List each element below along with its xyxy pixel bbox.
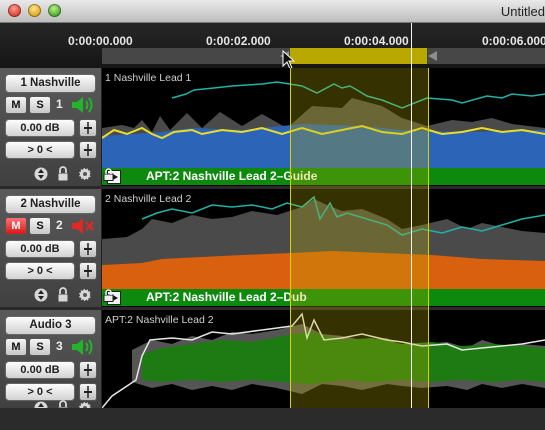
pan-field[interactable]: > 0 < xyxy=(5,262,75,280)
track-name[interactable]: Audio 3 xyxy=(5,316,96,335)
lock-icon[interactable] xyxy=(102,168,115,181)
guide-clip-label: APT:2 Nashville Lead 2–Dub xyxy=(146,290,307,304)
bottom-scrollbar[interactable] xyxy=(0,408,545,430)
updown-arrows-icon[interactable] xyxy=(33,287,49,303)
window-titlebar: Untitled xyxy=(0,0,545,23)
pan-knob-icon[interactable] xyxy=(79,262,97,280)
track-header-1: 1 Nashville M S 1 0.00 dB > 0 < xyxy=(0,68,102,186)
time-label-6: 0:00:06.000 xyxy=(482,34,545,48)
gear-icon[interactable] xyxy=(77,166,93,182)
track-name[interactable]: 1 Nashville xyxy=(5,74,96,93)
guide-clip-bar[interactable]: APT:2 Nashville Lead 2–Dub xyxy=(102,289,545,306)
solo-button[interactable]: S xyxy=(29,338,51,356)
track-header-2: 2 Nashville M S 2 0.00 dB > 0 < xyxy=(0,189,102,307)
lane-label: APT:2 Nashville Lead 2 xyxy=(105,314,214,326)
volume-knob-icon[interactable] xyxy=(79,240,97,258)
lock-icon[interactable] xyxy=(55,287,71,303)
time-label-4: 0:00:04.000 xyxy=(344,34,409,48)
solo-button[interactable]: S xyxy=(29,96,51,114)
guide-clip-label: APT:2 Nashville Lead 2–Guide xyxy=(146,169,318,183)
time-label-2: 0:00:02.000 xyxy=(206,34,271,48)
solo-button[interactable]: S xyxy=(29,217,51,235)
track-header-3: Audio 3 M S 3 0.00 dB > 0 < xyxy=(0,310,102,416)
guide-clip-bar[interactable]: APT:2 Nashville Lead 2–Guide xyxy=(102,168,545,185)
pan-field[interactable]: > 0 < xyxy=(5,141,75,159)
track-number: 2 xyxy=(56,218,63,232)
window-title: Untitled xyxy=(500,4,545,19)
updown-arrows-icon[interactable] xyxy=(33,166,49,182)
zoom-window-icon[interactable] xyxy=(48,4,61,17)
track-name[interactable]: 2 Nashville xyxy=(5,195,96,214)
time-label-0: 0:00:00.000 xyxy=(68,34,133,48)
volume-knob-icon[interactable] xyxy=(79,361,97,379)
pan-knob-icon[interactable] xyxy=(79,383,97,401)
playhead-cursor[interactable] xyxy=(411,23,412,408)
lock-icon[interactable] xyxy=(55,166,71,182)
speaker-on-icon[interactable] xyxy=(70,95,96,115)
track-number: 3 xyxy=(56,339,63,353)
close-window-icon[interactable] xyxy=(8,4,21,17)
track-number: 1 xyxy=(56,97,63,111)
track-lane-2[interactable]: 2 Nashville Lead 2 APT:2 Nashville Lead … xyxy=(102,189,545,307)
speaker-muted-icon[interactable] xyxy=(70,216,96,236)
speaker-on-icon[interactable] xyxy=(70,337,96,357)
loop-region[interactable] xyxy=(290,48,427,64)
volume-field[interactable]: 0.00 dB xyxy=(5,361,75,379)
lane-label: 2 Nashville Lead 2 xyxy=(105,193,192,205)
lock-icon[interactable] xyxy=(102,289,115,302)
mute-button[interactable]: M xyxy=(5,217,27,235)
pan-field[interactable]: > 0 < xyxy=(5,383,75,401)
volume-field[interactable]: 0.00 dB xyxy=(5,240,75,258)
lane-label: 1 Nashville Lead 1 xyxy=(105,72,192,84)
track-lane-3[interactable]: APT:2 Nashville Lead 2 xyxy=(102,310,545,408)
loop-end-handle[interactable] xyxy=(428,51,437,61)
volume-knob-icon[interactable] xyxy=(79,119,97,137)
mute-button[interactable]: M xyxy=(5,96,27,114)
pan-knob-icon[interactable] xyxy=(79,141,97,159)
minimize-window-icon[interactable] xyxy=(28,4,41,17)
volume-field[interactable]: 0.00 dB xyxy=(5,119,75,137)
gear-icon[interactable] xyxy=(77,287,93,303)
mute-button[interactable]: M xyxy=(5,338,27,356)
track-lane-1[interactable]: 1 Nashville Lead 1 APT:2 Nashville Lead … xyxy=(102,68,545,186)
